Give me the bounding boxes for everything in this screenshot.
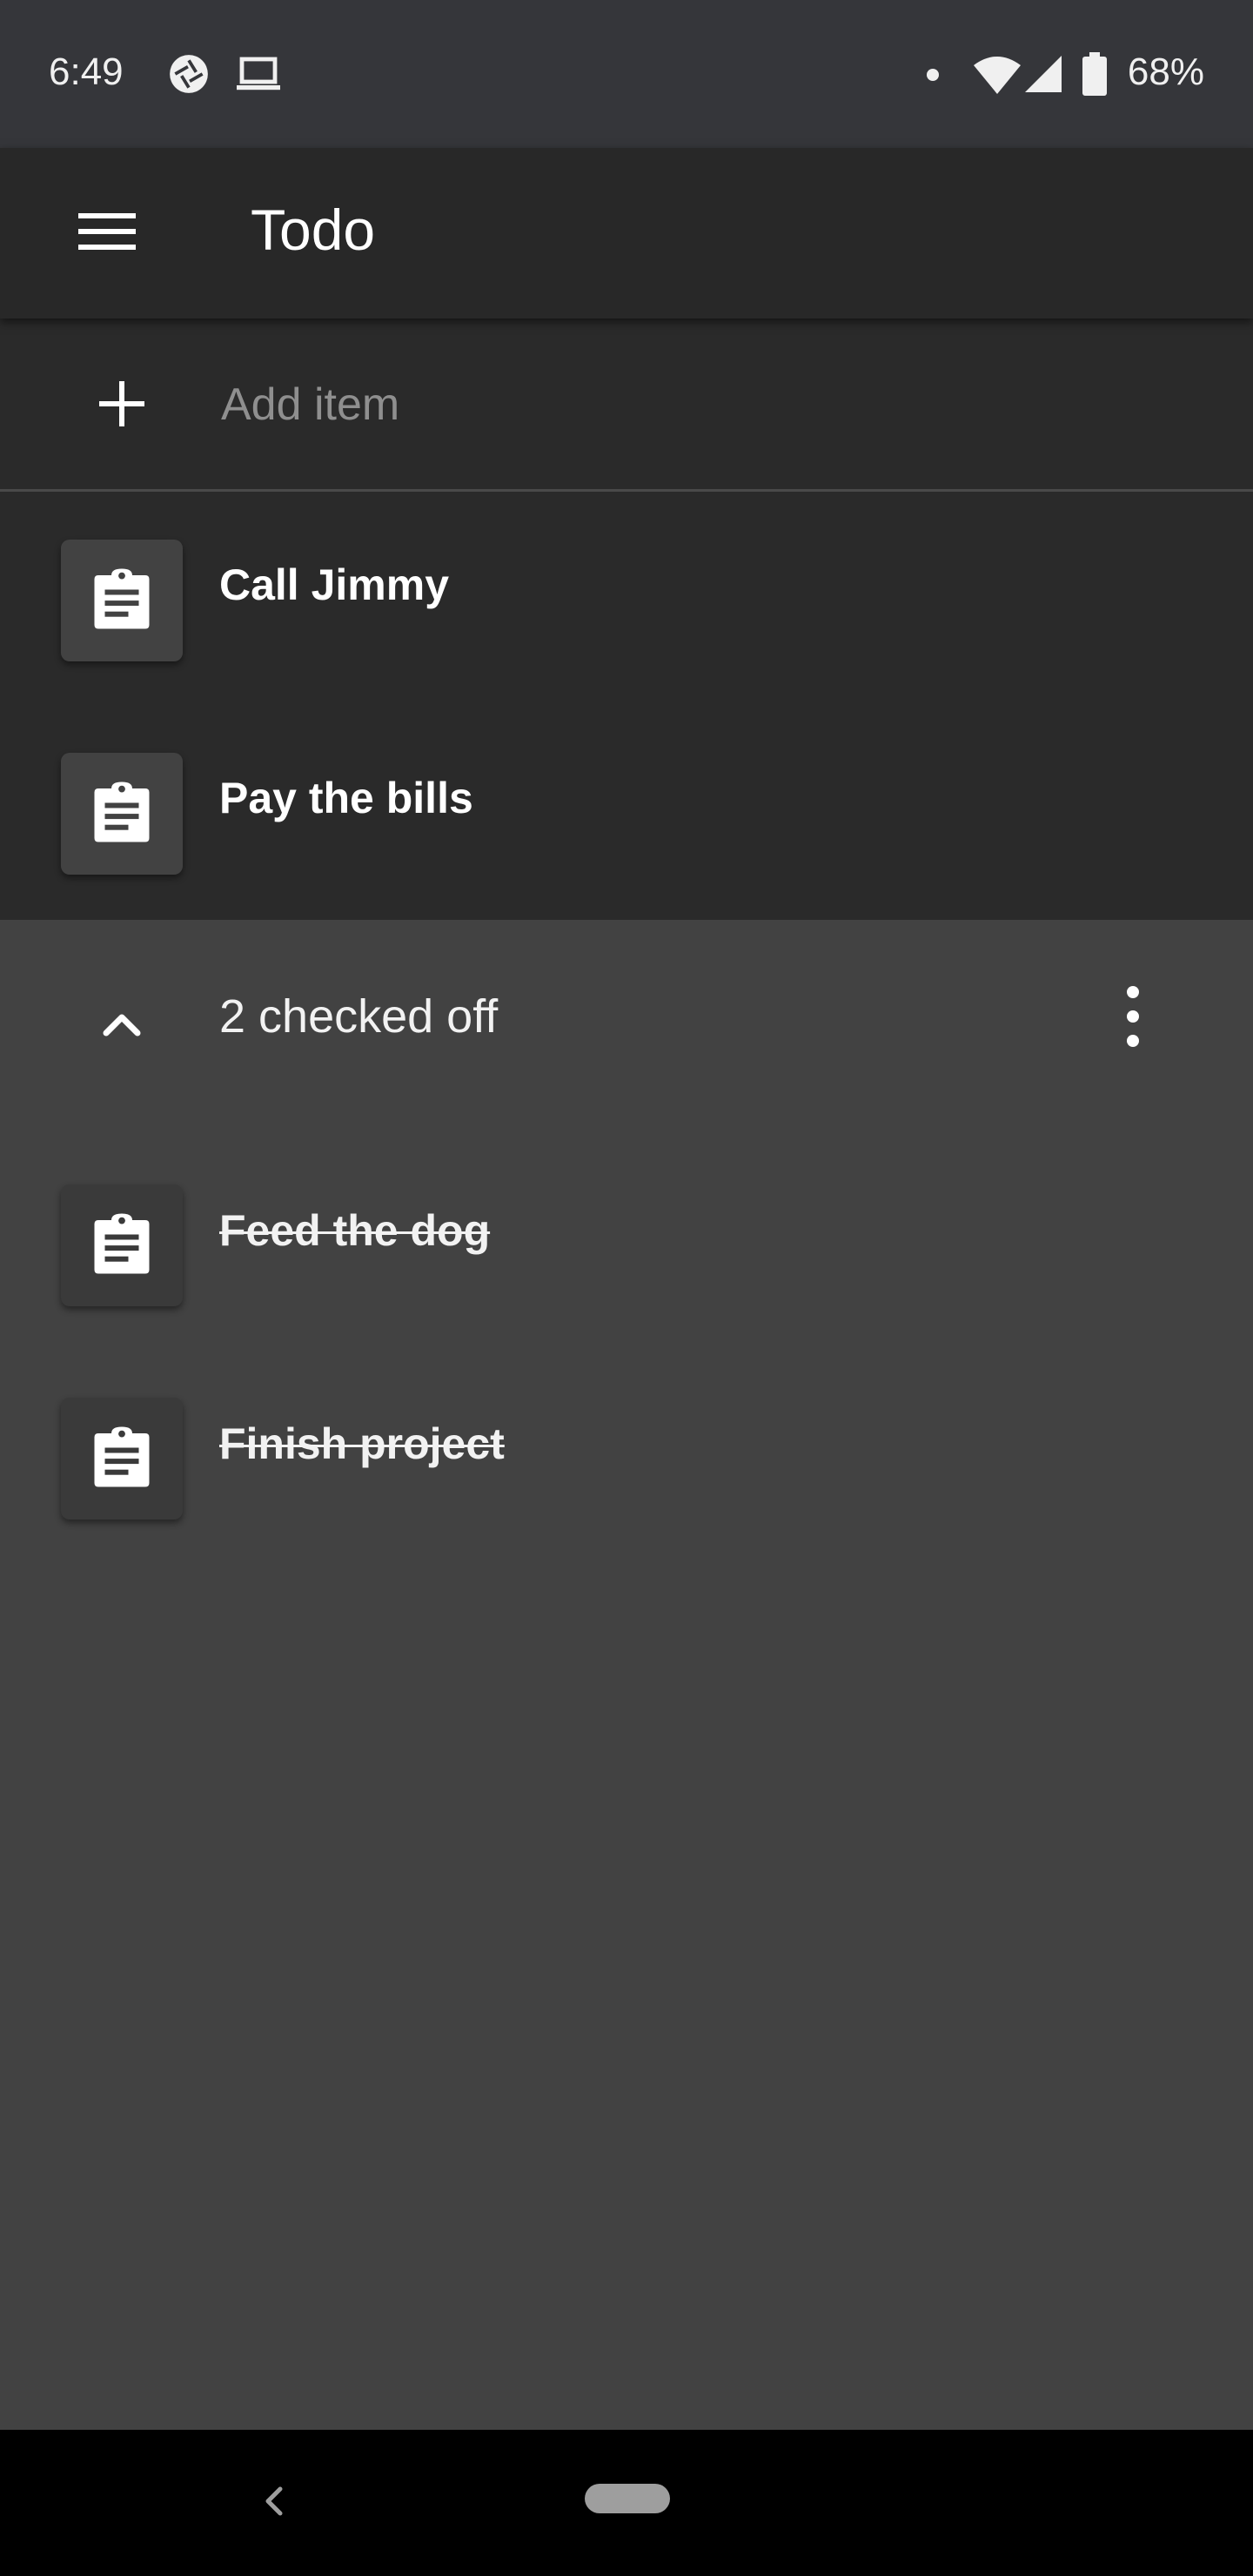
chevron-up-icon[interactable] xyxy=(87,989,157,1059)
notification-dot-icon xyxy=(926,68,940,86)
active-item-list: Call Jimmy Pay the bills xyxy=(0,492,1253,920)
menu-icon xyxy=(78,210,139,258)
more-vert-icon[interactable] xyxy=(1098,977,1168,1056)
item-label[interactable]: Feed the dog xyxy=(219,1205,490,1256)
system-nav-bar xyxy=(0,2430,1253,2576)
home-pill-icon[interactable] xyxy=(585,2484,670,2513)
app-bar: Todo xyxy=(0,148,1253,319)
status-time: 6:49 xyxy=(49,50,124,93)
add-item-row[interactable] xyxy=(0,319,1253,492)
wifi-icon xyxy=(973,54,1022,100)
todo-screen: 6:49 68% Todo Add item Call Jimmy Pay th… xyxy=(0,0,1253,2576)
clipboard-icon xyxy=(93,781,151,848)
back-chevron-icon[interactable] xyxy=(249,2475,301,2527)
camera-aperture-icon xyxy=(167,52,211,100)
clipboard-icon xyxy=(93,567,151,634)
item-icon-box[interactable] xyxy=(61,1398,183,1519)
list-item[interactable]: Feed the dog xyxy=(0,1129,1253,1342)
cell-signal-icon xyxy=(1023,54,1063,98)
checked-off-header[interactable]: 2 checked off xyxy=(0,920,1253,1111)
item-label[interactable]: Pay the bills xyxy=(219,773,473,823)
menu-button[interactable] xyxy=(78,198,165,268)
clipboard-icon xyxy=(93,1212,151,1279)
item-label[interactable]: Finish project xyxy=(219,1419,505,1469)
status-bar: 6:49 68% xyxy=(0,0,1253,148)
item-icon-box[interactable] xyxy=(61,1184,183,1306)
checked-off-count: 2 checked off xyxy=(219,990,499,1043)
page-title: Todo xyxy=(251,198,376,262)
item-icon-box[interactable] xyxy=(61,540,183,661)
plus-icon[interactable] xyxy=(96,378,148,434)
clipboard-icon xyxy=(93,1426,151,1493)
item-icon-box[interactable] xyxy=(61,753,183,875)
checked-item-list: Feed the dog Finish project xyxy=(0,1129,1253,1555)
item-label[interactable]: Call Jimmy xyxy=(219,560,449,610)
battery-percentage: 68% xyxy=(1127,50,1204,93)
list-item[interactable]: Pay the bills xyxy=(0,705,1253,918)
add-item-input[interactable] xyxy=(219,362,1180,447)
list-item[interactable]: Call Jimmy xyxy=(0,492,1253,705)
laptop-icon xyxy=(235,56,282,97)
battery-icon xyxy=(1082,52,1107,100)
list-item[interactable]: Finish project xyxy=(0,1342,1253,1555)
